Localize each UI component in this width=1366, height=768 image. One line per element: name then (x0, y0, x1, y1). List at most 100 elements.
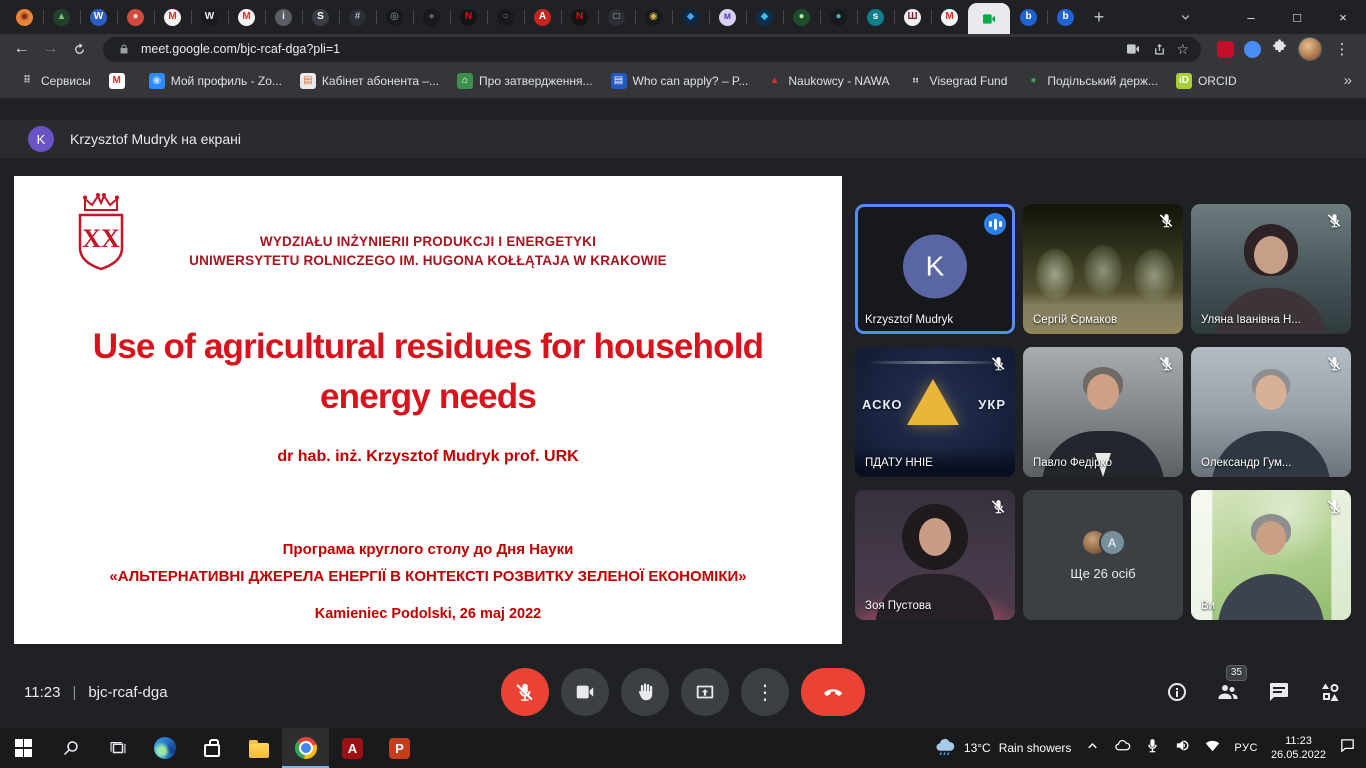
taskbar-powerpoint-icon[interactable]: P (376, 728, 423, 768)
bookmark-favicon: iD (1176, 73, 1192, 89)
more-participants-label: Ще 26 осіб (1070, 566, 1135, 581)
active-tab-google-meet[interactable] (968, 3, 1010, 34)
participant-tile-pavlo-fedirko[interactable]: Павло Федірко (1023, 347, 1183, 477)
browser-tab[interactable]: ● (413, 0, 450, 34)
browser-tab[interactable]: M (931, 0, 968, 34)
forward-button[interactable]: → (37, 36, 64, 63)
adblock-extension-icon[interactable] (1217, 41, 1234, 58)
browser-tab[interactable]: ◉ (6, 0, 43, 34)
browser-menu-icon[interactable]: ⋮ (1332, 40, 1352, 58)
browser-tab[interactable]: ▲ (43, 0, 80, 34)
maximize-button[interactable]: □ (1274, 0, 1320, 34)
bookmark-item[interactable]: ▲ Naukowcy - NAWA (759, 70, 896, 92)
browser-tab[interactable]: N (450, 0, 487, 34)
browser-tab[interactable]: M (154, 0, 191, 34)
taskbar-store-icon[interactable] (188, 728, 235, 768)
camera-permission-icon[interactable] (1124, 40, 1142, 58)
person-silhouette (1256, 375, 1287, 410)
bookmark-item[interactable]: ▤ Кабінет абонента –... (293, 70, 446, 92)
camera-toggle-button[interactable] (561, 668, 609, 716)
browser-tab[interactable]: ○ (487, 0, 524, 34)
taskbar-file-explorer-icon[interactable] (235, 728, 282, 768)
bookmark-item[interactable]: M (102, 70, 138, 92)
browser-tab[interactable]: S (302, 0, 339, 34)
participant-tile-pdatu-nnie[interactable]: АСКО УКР ПДАТУ ННІЕ (855, 347, 1015, 477)
browser-tab[interactable]: s (857, 0, 894, 34)
bookmark-item[interactable]: iD ORCID (1169, 70, 1244, 92)
meeting-details-icon[interactable] (1165, 680, 1189, 704)
tab-favicon: ● (127, 9, 144, 26)
bookmark-item[interactable]: ● Подільський держ... (1018, 70, 1165, 92)
weather-widget[interactable]: 13°C Rain showers (934, 737, 1072, 759)
tray-mic-icon[interactable] (1144, 737, 1161, 759)
close-button[interactable]: × (1320, 0, 1366, 34)
tray-expand-chevron-icon[interactable] (1084, 737, 1101, 759)
back-button[interactable]: ← (8, 36, 35, 63)
share-icon[interactable] (1150, 40, 1168, 58)
leave-call-button[interactable] (801, 668, 865, 716)
minimize-button[interactable]: – (1228, 0, 1274, 34)
tray-volume-icon[interactable] (1174, 737, 1191, 759)
activities-panel-icon[interactable] (1318, 680, 1342, 704)
tray-network-icon[interactable] (1204, 737, 1221, 759)
browser-tab[interactable]: M (228, 0, 265, 34)
extension-icon[interactable] (1244, 41, 1261, 58)
more-participants-tile[interactable]: A Ще 26 осіб (1023, 490, 1183, 620)
raise-hand-button[interactable] (621, 668, 669, 716)
bookmark-item[interactable]: ◉ Мой профиль - Zo... (142, 70, 289, 92)
browser-tab[interactable]: □ (598, 0, 635, 34)
person-silhouette (875, 574, 995, 620)
browser-tab[interactable]: ● (783, 0, 820, 34)
taskbar-edge-icon[interactable] (141, 728, 188, 768)
bookmarks-overflow-chevron[interactable]: » (1338, 72, 1358, 89)
task-view-button[interactable] (94, 728, 141, 768)
bookmark-item[interactable]: ▤ Who can apply? – P... (604, 70, 756, 92)
action-center-icon[interactable] (1339, 737, 1356, 759)
participants-panel-icon[interactable]: 35 (1216, 680, 1240, 704)
browser-tab[interactable]: # (339, 0, 376, 34)
profile-avatar[interactable] (1298, 37, 1322, 61)
browser-tab[interactable]: м (709, 0, 746, 34)
taskbar-acrobat-icon[interactable]: A (329, 728, 376, 768)
present-screen-button[interactable] (681, 668, 729, 716)
browser-tab[interactable]: ◉ (635, 0, 672, 34)
browser-tab[interactable]: ● (820, 0, 857, 34)
tab-search-button[interactable] (1168, 0, 1202, 34)
browser-tab[interactable]: ● (117, 0, 154, 34)
new-tab-button[interactable]: + (1084, 2, 1114, 32)
browser-tab[interactable]: ◆ (746, 0, 783, 34)
browser-tab[interactable]: A (524, 0, 561, 34)
taskbar-search-button[interactable] (47, 728, 94, 768)
browser-tab[interactable]: i (265, 0, 302, 34)
participant-tile-you[interactable]: Ви (1191, 490, 1351, 620)
bookmark-star-icon[interactable]: ☆ (1176, 41, 1189, 58)
taskbar-chrome-icon[interactable] (282, 728, 329, 768)
address-bar[interactable]: meet.google.com/bjc-rcaf-dga?pli=1 ☆ (103, 37, 1201, 62)
bookmark-item[interactable]: ⌂ Про затвердження... (450, 70, 599, 92)
browser-tab[interactable]: W (191, 0, 228, 34)
org-line-2: UNIWERSYTETU ROLNICZEGO IM. HUGONA KOŁŁĄ… (14, 251, 842, 270)
participant-tile-oleksandr[interactable]: Олександр Гум... (1191, 347, 1351, 477)
more-options-button[interactable]: ⋮ (741, 668, 789, 716)
mic-toggle-button[interactable] (501, 668, 549, 716)
language-indicator[interactable]: РУС (1234, 742, 1258, 754)
browser-tab[interactable]: ◆ (672, 0, 709, 34)
participant-tile-ulyana[interactable]: Уляна Іванівна Н... (1191, 204, 1351, 334)
browser-tab[interactable]: Ш (894, 0, 931, 34)
participant-tile-sergiy-yermakov[interactable]: Сергій Єрмаков (1023, 204, 1183, 334)
chat-panel-icon[interactable] (1267, 680, 1291, 704)
start-button[interactable] (0, 728, 47, 768)
extensions-puzzle-icon[interactable] (1271, 38, 1288, 60)
participant-tile-krzysztof-mudryk[interactable]: K Krzysztof Mudryk (855, 204, 1015, 334)
browser-tab[interactable]: b (1010, 0, 1047, 34)
browser-tab[interactable]: ◎ (376, 0, 413, 34)
bookmark-item[interactable]: ⠶ Visegrad Fund (901, 70, 1015, 92)
taskbar-clock[interactable]: 11:23 26.05.2022 (1271, 734, 1326, 762)
participant-tile-zoya-pustova[interactable]: Зоя Пустова (855, 490, 1015, 620)
browser-tab[interactable]: N (561, 0, 598, 34)
onedrive-cloud-icon[interactable] (1114, 737, 1131, 759)
browser-tab[interactable]: W (80, 0, 117, 34)
browser-tab[interactable]: b (1047, 0, 1084, 34)
bookmark-item[interactable]: ⠿ Сервисы (12, 70, 98, 92)
reload-button[interactable] (66, 36, 93, 63)
